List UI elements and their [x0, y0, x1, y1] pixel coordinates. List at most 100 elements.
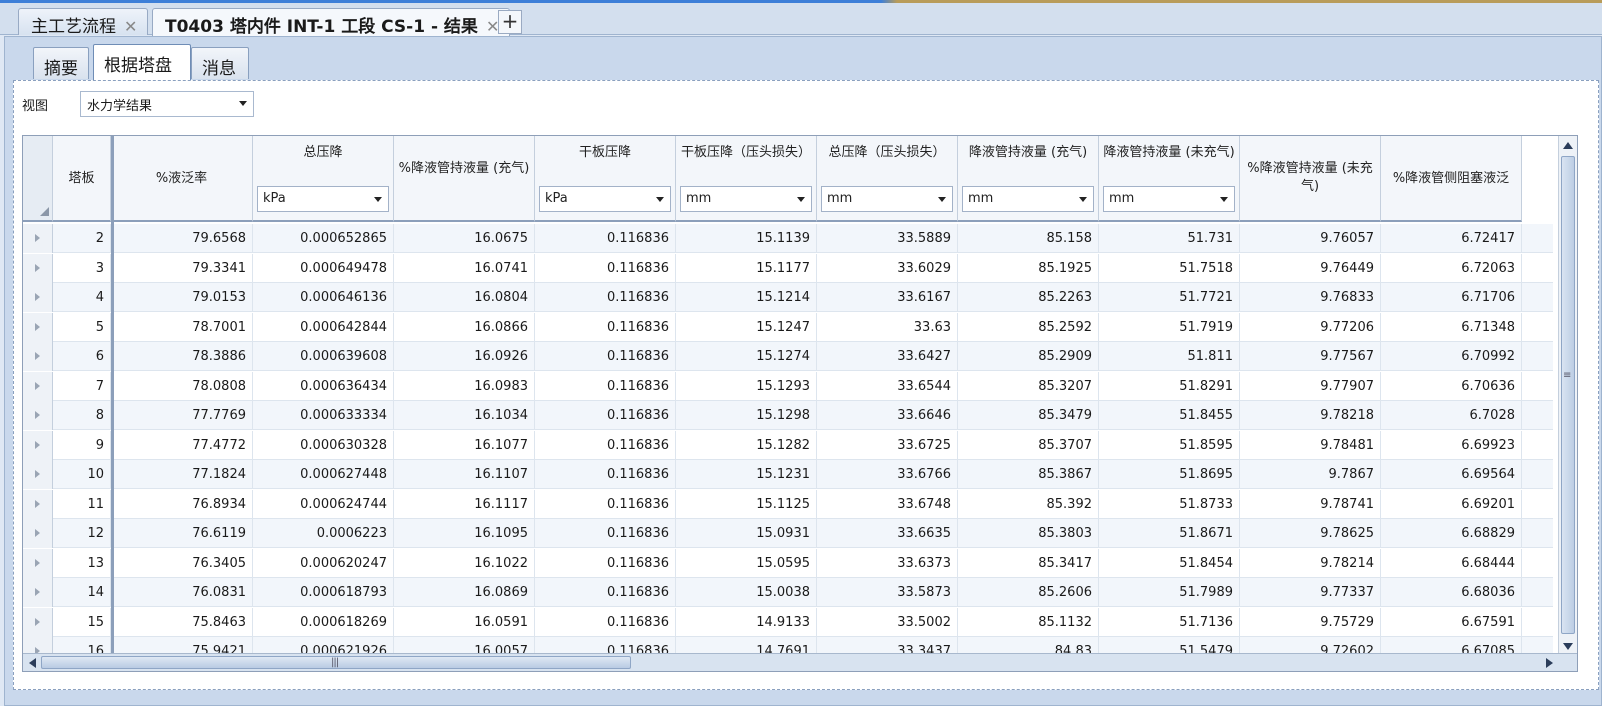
column-header[interactable]: %降液管持液量 (未充气): [1240, 136, 1381, 222]
table-cell[interactable]: 9.77907: [1240, 371, 1381, 401]
unit-select[interactable]: mm: [962, 186, 1094, 212]
vertical-scrollbar[interactable]: ≡: [1558, 136, 1577, 656]
table-cell[interactable]: 9.78218: [1240, 401, 1381, 430]
row-header[interactable]: [23, 253, 53, 283]
table-cell[interactable]: 85.2606: [958, 578, 1099, 607]
table-row[interactable]: 7 78.0808 0.000636434 16.0983 0.116836 15.129…: [23, 371, 1553, 401]
table-row[interactable]: 15 75.8463 0.000618269 16.0591 0.116836 14.91…: [23, 607, 1553, 637]
tab-by-tray[interactable]: 根据塔盘: [93, 44, 191, 80]
column-header[interactable]: 降液管持液量 (未充气) mm: [1099, 136, 1240, 222]
table-cell[interactable]: 0.0006223: [253, 519, 394, 548]
scroll-left-icon[interactable]: [29, 658, 36, 668]
table-row[interactable]: 9 77.4772 0.000630328 16.1077 0.116836 15.128…: [23, 430, 1553, 460]
doc-tab-main-flowsheet[interactable]: 主工艺流程 ✕: [18, 8, 149, 37]
table-cell[interactable]: 15: [53, 607, 111, 637]
table-cell[interactable]: 51.8291: [1099, 371, 1240, 401]
table-cell[interactable]: 16.1095: [394, 519, 535, 548]
table-cell[interactable]: 15.1293: [676, 371, 817, 401]
table-cell[interactable]: 7: [53, 371, 111, 401]
table-cell[interactable]: 6.68829: [1381, 519, 1522, 548]
table-cell[interactable]: 15.0038: [676, 578, 817, 607]
scroll-right-icon[interactable]: [1546, 658, 1553, 668]
table-cell[interactable]: 0.116836: [535, 460, 676, 489]
table-cell[interactable]: 15.1231: [676, 460, 817, 489]
unit-select[interactable]: kPa: [257, 186, 389, 212]
table-cell[interactable]: 0.000620247: [253, 548, 394, 578]
column-header[interactable]: %降液管侧阻塞液泛: [1381, 136, 1522, 222]
table-cell[interactable]: 0.116836: [535, 578, 676, 607]
table-cell[interactable]: 15.1274: [676, 342, 817, 371]
table-cell[interactable]: 16.0675: [394, 224, 535, 253]
table-cell[interactable]: 16.1034: [394, 401, 535, 430]
table-row[interactable]: 6 78.3886 0.000639608 16.0926 0.116836 15.127…: [23, 342, 1553, 371]
table-cell[interactable]: 3: [53, 253, 111, 283]
table-cell[interactable]: 0.000633334: [253, 401, 394, 430]
table-cell[interactable]: 51.7721: [1099, 283, 1240, 312]
table-row[interactable]: 8 77.7769 0.000633334 16.1034 0.116836 15.129…: [23, 401, 1553, 430]
table-cell[interactable]: 8: [53, 401, 111, 430]
table-cell[interactable]: 9.77206: [1240, 312, 1381, 342]
unit-select[interactable]: mm: [1103, 186, 1235, 212]
table-cell[interactable]: 51.8671: [1099, 519, 1240, 548]
table-cell[interactable]: 79.6568: [111, 224, 253, 253]
table-cell[interactable]: 9.77337: [1240, 578, 1381, 607]
table-cell[interactable]: 0.000646136: [253, 283, 394, 312]
column-header[interactable]: 总压降 kPa: [253, 136, 394, 222]
column-header[interactable]: %降液管持液量 (充气): [394, 136, 535, 222]
table-cell[interactable]: 75.8463: [111, 607, 253, 637]
unit-select[interactable]: kPa: [539, 186, 671, 212]
table-cell[interactable]: 9.76057: [1240, 224, 1381, 253]
column-header[interactable]: 总压降（压头损失） mm: [817, 136, 958, 222]
table-cell[interactable]: 33.5889: [817, 224, 958, 253]
table-cell[interactable]: 33.63: [817, 312, 958, 342]
table-cell[interactable]: 33.6766: [817, 460, 958, 489]
table-cell[interactable]: 9.76449: [1240, 253, 1381, 283]
table-cell[interactable]: 33.6427: [817, 342, 958, 371]
table-cell[interactable]: 6.67591: [1381, 607, 1522, 637]
table-cell[interactable]: 79.0153: [111, 283, 253, 312]
table-cell[interactable]: 16.0869: [394, 578, 535, 607]
table-cell[interactable]: 0.116836: [535, 283, 676, 312]
table-cell[interactable]: 85.392: [958, 489, 1099, 519]
table-cell[interactable]: 85.3207: [958, 371, 1099, 401]
table-cell[interactable]: 0.000630328: [253, 430, 394, 460]
close-icon[interactable]: ✕: [124, 17, 137, 36]
table-cell[interactable]: 16.0804: [394, 283, 535, 312]
vertical-scroll-thumb[interactable]: [1561, 156, 1575, 634]
table-cell[interactable]: 51.7919: [1099, 312, 1240, 342]
table-cell[interactable]: 33.6544: [817, 371, 958, 401]
table-cell[interactable]: 0.000627448: [253, 460, 394, 489]
table-cell[interactable]: 9.78214: [1240, 548, 1381, 578]
table-row[interactable]: 13 76.3405 0.000620247 16.1022 0.116836 15.05…: [23, 548, 1553, 578]
table-cell[interactable]: 15.1139: [676, 224, 817, 253]
table-cell[interactable]: 51.8595: [1099, 430, 1240, 460]
table-cell[interactable]: 0.000649478: [253, 253, 394, 283]
table-cell[interactable]: 16.1107: [394, 460, 535, 489]
unit-select[interactable]: mm: [680, 186, 812, 212]
table-cell[interactable]: 2: [53, 224, 111, 253]
table-cell[interactable]: 6.72417: [1381, 224, 1522, 253]
table-cell[interactable]: 5: [53, 312, 111, 342]
column-header[interactable]: 干板压降 kPa: [535, 136, 676, 222]
table-cell[interactable]: 85.3417: [958, 548, 1099, 578]
table-cell[interactable]: 13: [53, 548, 111, 578]
scroll-up-icon[interactable]: [1563, 142, 1573, 149]
table-cell[interactable]: 15.1298: [676, 401, 817, 430]
table-cell[interactable]: 15.1177: [676, 253, 817, 283]
table-cell[interactable]: 6.69201: [1381, 489, 1522, 519]
column-header[interactable]: %液泛率: [111, 136, 253, 222]
table-cell[interactable]: 0.000618793: [253, 578, 394, 607]
table-cell[interactable]: 51.7518: [1099, 253, 1240, 283]
table-cell[interactable]: 16.0866: [394, 312, 535, 342]
table-cell[interactable]: 51.7136: [1099, 607, 1240, 637]
table-cell[interactable]: 6: [53, 342, 111, 371]
horizontal-scrollbar[interactable]: |||: [23, 653, 1577, 671]
scroll-down-icon[interactable]: [1563, 643, 1573, 650]
table-cell[interactable]: 4: [53, 283, 111, 312]
table-cell[interactable]: 33.6725: [817, 430, 958, 460]
table-row[interactable]: 4 79.0153 0.000646136 16.0804 0.116836 15.121…: [23, 283, 1553, 312]
table-cell[interactable]: 6.68036: [1381, 578, 1522, 607]
table-cell[interactable]: 0.116836: [535, 253, 676, 283]
table-cell[interactable]: 9.7867: [1240, 460, 1381, 489]
table-row[interactable]: 11 76.8934 0.000624744 16.1117 0.116836 15.11…: [23, 489, 1553, 519]
